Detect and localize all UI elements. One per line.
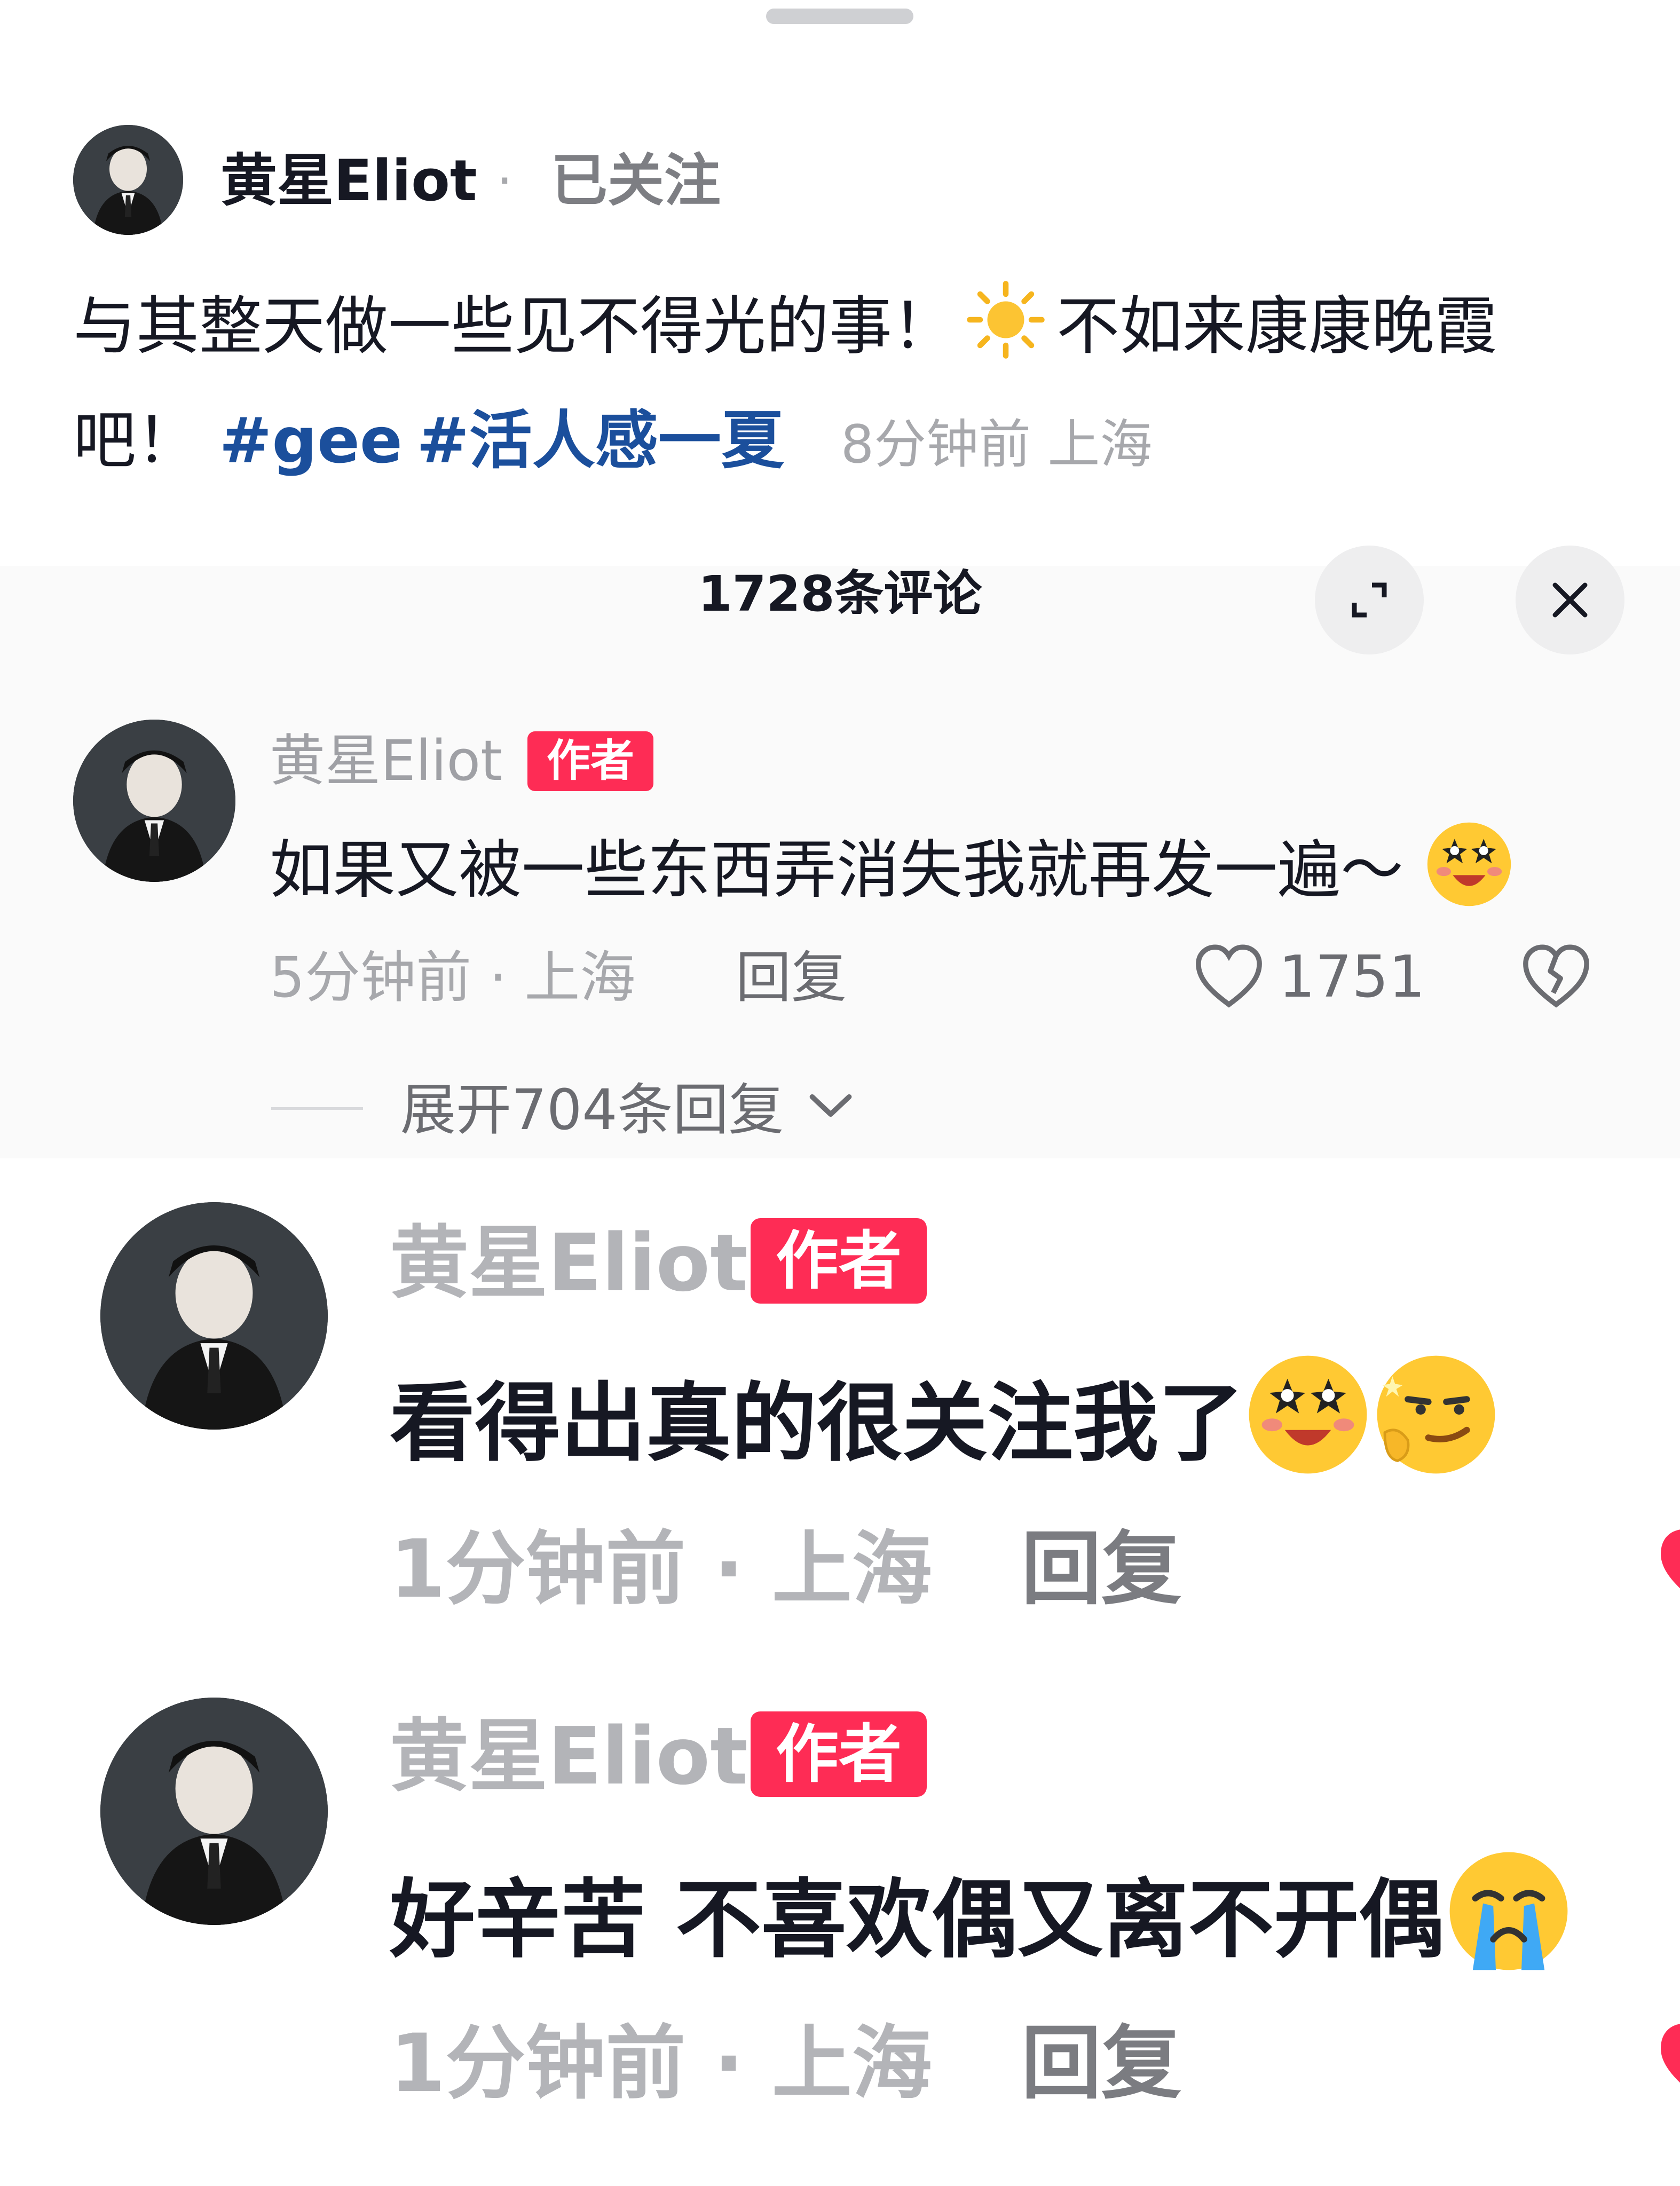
heart-filled-icon[interactable]: [1638, 1521, 1680, 1612]
reply-text: 好辛苦 不喜欢偶又离不开偶: [390, 1847, 1573, 2005]
comment-meta: 5分钟前 · 上海: [270, 945, 636, 1010]
heart-filled-icon[interactable]: [1638, 2016, 1680, 2106]
expand-divider: [271, 1107, 363, 1110]
follow-status-button[interactable]: 已关注: [551, 146, 721, 216]
hashtag-gee[interactable]: #gee: [219, 404, 403, 477]
caption-text-1: 与其整天做一些见不得光的事！: [73, 289, 956, 363]
reply-author-name[interactable]: 黄星Eliot: [390, 1708, 748, 1804]
starry-eyes-emoji: [1424, 819, 1515, 930]
comment-text: 如果又被一些东西弄消失我就再发一遍～: [270, 819, 1515, 930]
reply-meta: 1分钟前 · 上海: [390, 1523, 932, 1616]
author-badge: 作者: [751, 1218, 927, 1304]
heart-outline-icon[interactable]: [1192, 941, 1266, 1013]
hashtag-summer[interactable]: #活人感一夏: [416, 404, 784, 477]
broken-heart-icon[interactable]: [1519, 941, 1594, 1013]
author-badge: 作者: [527, 731, 653, 791]
sun-icon: [966, 280, 1046, 360]
comment-text-content: 如果又被一些东西弄消失我就再发一遍～: [270, 833, 1404, 907]
separator-dot: ·: [496, 151, 513, 211]
post-author-name[interactable]: 黄星Eliot: [220, 146, 477, 216]
sheet-grab-handle[interactable]: [766, 9, 913, 24]
reply-text: 看得出真的很关注我了: [390, 1351, 1500, 1508]
expand-button[interactable]: [1315, 546, 1424, 654]
reply-button[interactable]: 回复: [736, 943, 847, 1012]
smirk-emoji: [1372, 1351, 1500, 1508]
reply-meta: 1分钟前 · 上海: [390, 2017, 932, 2110]
expand-icon: [1352, 582, 1387, 618]
reply-avatar[interactable]: [100, 1698, 328, 1925]
like-count: 1751: [1279, 944, 1425, 1011]
reply-avatar[interactable]: [100, 1202, 328, 1430]
expand-replies-button[interactable]: 展开704条回复: [400, 1075, 784, 1145]
author-badge: 作者: [751, 1711, 927, 1797]
close-icon: [1552, 582, 1588, 618]
post-author-avatar[interactable]: [73, 125, 183, 235]
reply-button[interactable]: 回复: [1021, 1521, 1181, 1617]
crying-emoji: [1445, 1847, 1573, 2005]
comment-author-name[interactable]: 黄星Eliot: [270, 726, 502, 795]
comment-avatar[interactable]: [73, 720, 235, 882]
post-meta: 8分钟前 上海: [840, 414, 1153, 475]
starry-eyes-emoji: [1244, 1351, 1372, 1508]
reply-author-name[interactable]: 黄星Eliot: [390, 1215, 748, 1311]
reply-text-content: 看得出真的很关注我了: [390, 1373, 1244, 1473]
comments-count-title: 1728条评论: [698, 565, 982, 614]
close-button[interactable]: [1516, 546, 1624, 654]
chevron-down-icon[interactable]: [805, 1087, 856, 1124]
reply-button[interactable]: 回复: [1021, 2016, 1181, 2112]
post-caption: 与其整天做一些见不得光的事！ 不如来康康晚霞吧！ #gee #活人感一夏 8分钟前 上…: [73, 269, 1568, 502]
reply-text-content: 好辛苦 不喜欢偶又离不开偶: [390, 1869, 1445, 1970]
